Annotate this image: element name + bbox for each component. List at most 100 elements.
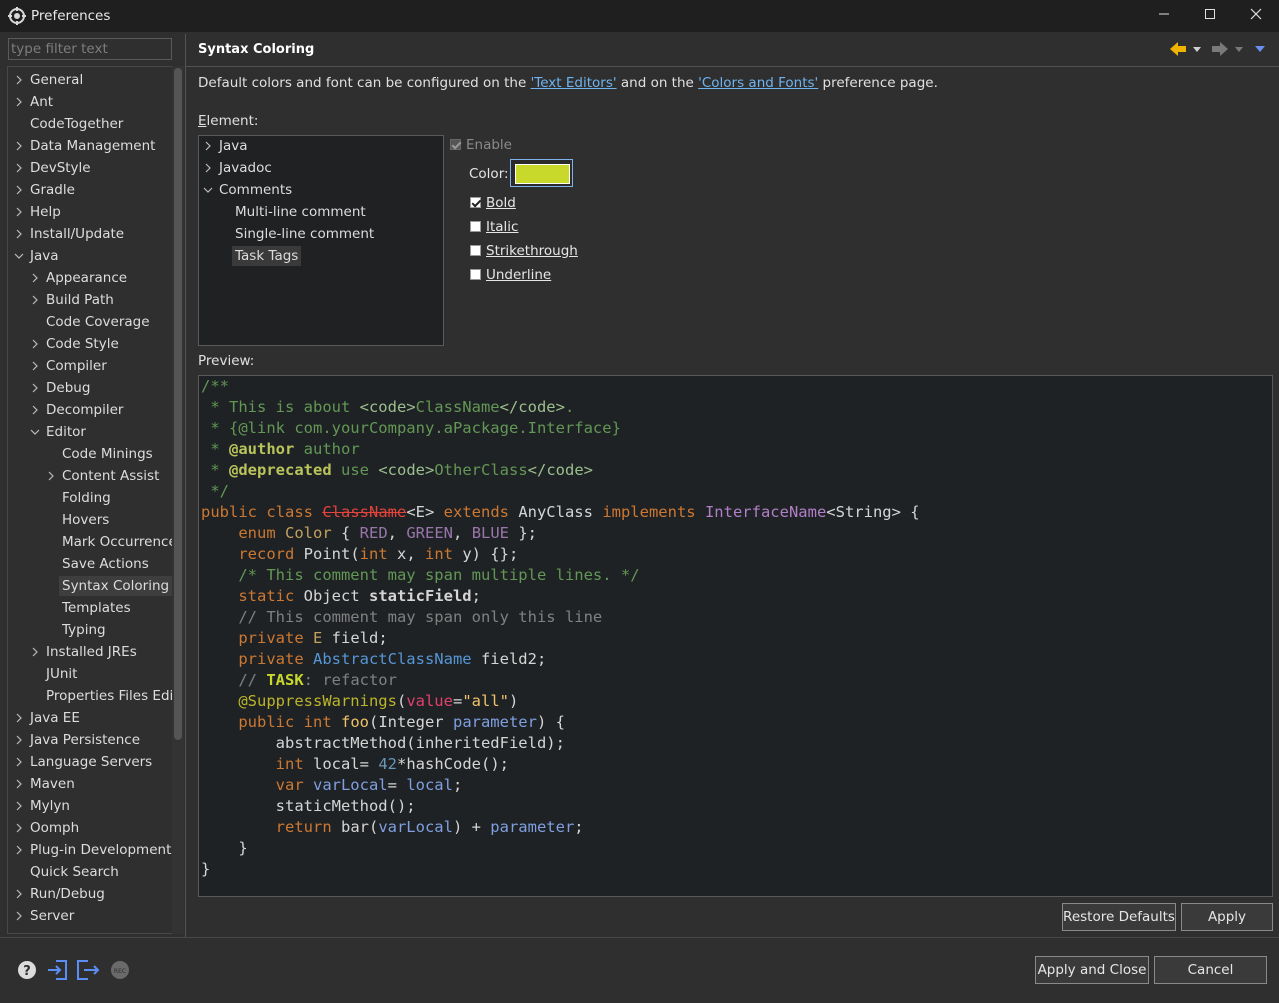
chevron-right-icon[interactable] [14, 840, 24, 860]
filter-input[interactable]: type filter text [8, 38, 172, 60]
sidebar-item-installed-jres[interactable]: Installed JREs [30, 642, 137, 662]
sidebar-item-quick-search[interactable]: Quick Search [14, 862, 119, 882]
strikethrough-checkbox[interactable] [470, 245, 481, 256]
splitter[interactable] [185, 34, 186, 937]
sidebar-item-install-update[interactable]: Install/Update [14, 224, 124, 244]
sidebar-item-syntax-coloring[interactable]: Syntax Coloring [46, 576, 172, 596]
underline-checkbox[interactable] [470, 269, 481, 280]
sidebar-item-build-path[interactable]: Build Path [30, 290, 114, 310]
sidebar-item-oomph[interactable]: Oomph [14, 818, 79, 838]
sidebar-item-code-coverage[interactable]: Code Coverage [30, 312, 150, 332]
element-tree[interactable]: Java Javadoc Comments Multi-line comment Sin… [198, 135, 444, 346]
chevron-down-icon[interactable] [30, 422, 40, 442]
maximize-button[interactable] [1187, 0, 1233, 32]
chevron-right-icon[interactable] [30, 356, 40, 376]
chevron-right-icon[interactable] [203, 136, 213, 156]
restore-defaults-button[interactable]: Restore Defaults [1062, 903, 1176, 931]
bold-checkbox[interactable] [470, 197, 481, 208]
close-window-button[interactable] [1233, 0, 1279, 32]
chevron-right-icon[interactable] [14, 180, 24, 200]
sidebar-item-devstyle[interactable]: DevStyle [14, 158, 91, 178]
view-menu-icon[interactable] [1254, 44, 1266, 53]
chevron-right-icon[interactable] [14, 796, 24, 816]
chevron-right-icon[interactable] [30, 642, 40, 662]
chevron-right-icon[interactable] [14, 224, 24, 244]
sidebar-item-junit[interactable]: JUnit [30, 664, 77, 684]
chevron-right-icon[interactable] [14, 202, 24, 222]
chevron-right-icon[interactable] [14, 708, 24, 728]
sidebar-item-code-minings[interactable]: Code Minings [46, 444, 153, 464]
text-editors-link[interactable]: 'Text Editors' [531, 75, 617, 91]
apply-button[interactable]: Apply [1181, 903, 1273, 931]
scrollbar-thumb[interactable] [174, 68, 182, 740]
chevron-right-icon[interactable] [14, 92, 24, 112]
code-preview[interactable]: /** * This is about <code>ClassName</cod… [198, 375, 1273, 897]
element-item-javadoc[interactable]: Javadoc [203, 158, 272, 178]
sidebar-item-data-management[interactable]: Data Management [14, 136, 155, 156]
sidebar-item-gradle[interactable]: Gradle [14, 180, 75, 200]
help-icon[interactable]: ? [17, 960, 37, 980]
chevron-right-icon[interactable] [14, 158, 24, 178]
sidebar-item-java-persistence[interactable]: Java Persistence [14, 730, 140, 750]
chevron-right-icon[interactable] [30, 268, 40, 288]
chevron-right-icon[interactable] [30, 290, 40, 310]
italic-checkbox[interactable] [470, 221, 481, 232]
cancel-button[interactable]: Cancel [1154, 956, 1267, 984]
chevron-right-icon[interactable] [14, 906, 24, 926]
chevron-down-icon[interactable] [203, 180, 213, 200]
sidebar-item-server[interactable]: Server [14, 906, 74, 926]
sidebar-item-appearance[interactable]: Appearance [30, 268, 127, 288]
import-icon[interactable] [46, 959, 70, 981]
element-item-multi-line-comment[interactable]: Multi-line comment [219, 202, 366, 222]
sidebar-item-compiler[interactable]: Compiler [30, 356, 107, 376]
chevron-right-icon[interactable] [30, 334, 40, 354]
sidebar-item-run-debug[interactable]: Run/Debug [14, 884, 105, 904]
element-item-java[interactable]: Java [203, 136, 248, 156]
apply-and-close-button[interactable]: Apply and Close [1035, 956, 1149, 984]
record-icon[interactable]: REC [110, 960, 130, 980]
chevron-right-icon[interactable] [14, 136, 24, 156]
element-item-single-line-comment[interactable]: Single-line comment [219, 224, 374, 244]
tree-scrollbar[interactable] [172, 66, 184, 934]
sidebar-item-debug[interactable]: Debug [30, 378, 90, 398]
chevron-right-icon[interactable] [14, 730, 24, 750]
sidebar-item-content-assist[interactable]: Content Assist [46, 466, 159, 486]
forward-arrow-icon[interactable] [1210, 40, 1230, 58]
sidebar-item-java-ee[interactable]: Java EE [14, 708, 80, 728]
back-dropdown-icon[interactable] [1192, 45, 1202, 53]
sidebar-item-mark-occurrence[interactable]: Mark Occurrence [46, 532, 172, 552]
chevron-right-icon[interactable] [14, 818, 24, 838]
enable-checkbox[interactable] [450, 139, 461, 150]
sidebar-item-language-servers[interactable]: Language Servers [14, 752, 152, 772]
sidebar-item-java[interactable]: Java [14, 246, 59, 266]
color-picker-button[interactable] [510, 159, 573, 187]
chevron-right-icon[interactable] [203, 158, 213, 178]
sidebar-item-properties-files-edito[interactable]: Properties Files Edito [30, 686, 172, 706]
sidebar-item-ant[interactable]: Ant [14, 92, 53, 112]
chevron-right-icon[interactable] [30, 400, 40, 420]
preference-tree[interactable]: General Ant CodeTogether Data Management Dev… [7, 66, 173, 934]
sidebar-item-editor[interactable]: Editor [30, 422, 86, 442]
sidebar-item-help[interactable]: Help [14, 202, 61, 222]
sidebar-item-save-actions[interactable]: Save Actions [46, 554, 149, 574]
chevron-down-icon[interactable] [14, 246, 24, 266]
sidebar-item-folding[interactable]: Folding [46, 488, 111, 508]
back-arrow-icon[interactable] [1168, 40, 1188, 58]
colors-and-fonts-link[interactable]: 'Colors and Fonts' [698, 75, 818, 91]
minimize-button[interactable] [1141, 0, 1187, 32]
chevron-right-icon[interactable] [14, 774, 24, 794]
sidebar-item-mylyn[interactable]: Mylyn [14, 796, 70, 816]
sidebar-item-plug-in-development[interactable]: Plug-in Development [14, 840, 171, 860]
sidebar-item-codetogether[interactable]: CodeTogether [14, 114, 123, 134]
sidebar-item-typing[interactable]: Typing [46, 620, 106, 640]
sidebar-item-hovers[interactable]: Hovers [46, 510, 109, 530]
chevron-right-icon[interactable] [14, 884, 24, 904]
sidebar-item-maven[interactable]: Maven [14, 774, 75, 794]
export-icon[interactable] [76, 959, 102, 981]
sidebar-item-templates[interactable]: Templates [46, 598, 131, 618]
chevron-right-icon[interactable] [14, 752, 24, 772]
chevron-right-icon[interactable] [46, 466, 56, 486]
element-item-comments[interactable]: Comments [203, 180, 292, 200]
chevron-right-icon[interactable] [14, 70, 24, 90]
forward-dropdown-icon[interactable] [1234, 45, 1244, 53]
